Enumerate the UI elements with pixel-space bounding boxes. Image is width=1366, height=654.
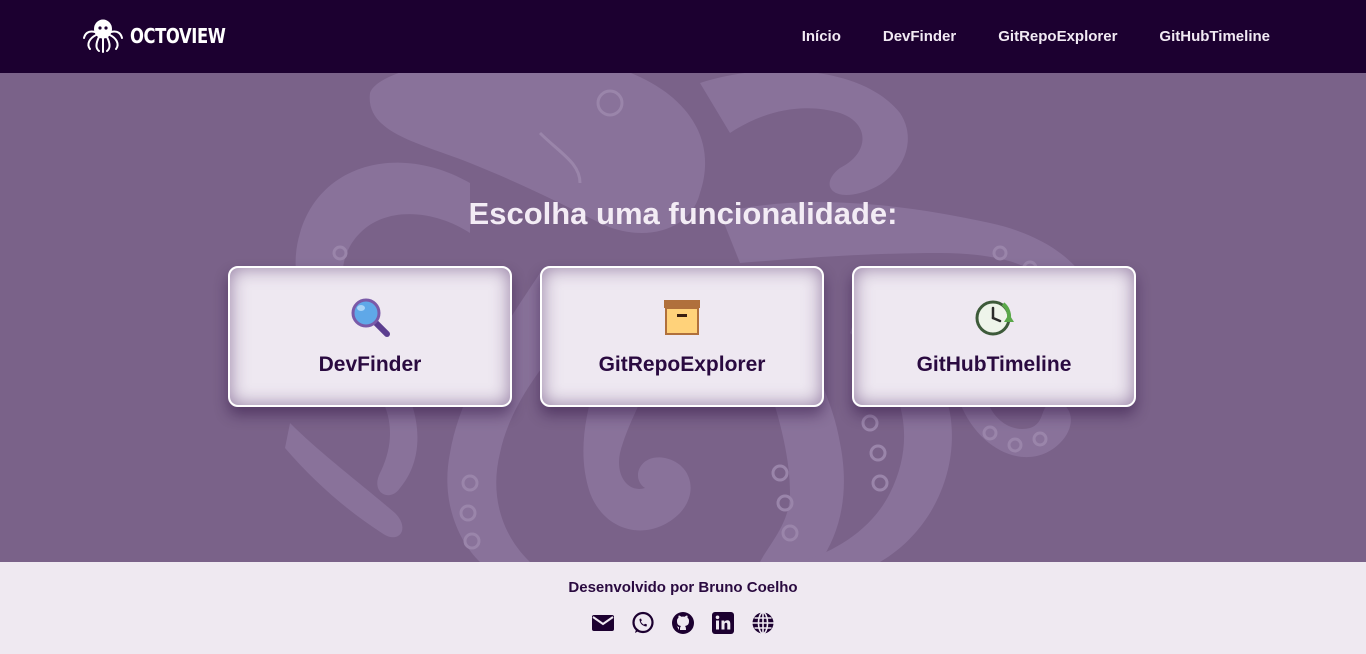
nav-link-inicio[interactable]: Início	[802, 28, 841, 45]
top-navbar: OCTOVIEW Início DevFinder GitRepoExplore…	[0, 0, 1366, 73]
github-icon[interactable]	[671, 611, 695, 635]
footer-credit: Desenvolvido por Bruno Coelho	[568, 579, 798, 596]
nav-link-gitrepoexplorer[interactable]: GitRepoExplorer	[998, 28, 1117, 45]
main-nav: Início DevFinder GitRepoExplorer GitHubT…	[802, 0, 1270, 73]
devfinder-card-label: DevFinder	[318, 353, 422, 376]
envelope-icon[interactable]	[591, 611, 615, 635]
githubtimeline-card-label: GitHubTimeline	[916, 353, 1072, 376]
clock-history-icon	[975, 300, 1014, 336]
gitrepoexplorer-card[interactable]: GitRepoExplorer	[540, 266, 824, 407]
linkedin-icon[interactable]	[711, 611, 735, 635]
devfinder-card[interactable]: DevFinder	[228, 266, 512, 407]
footer: Desenvolvido por Bruno Coelho	[0, 562, 1366, 654]
globe-icon[interactable]	[751, 611, 775, 635]
page-title: Escolha uma funcionalidade:	[468, 196, 898, 231]
archive-box-icon	[664, 300, 700, 335]
octopus-logo-icon	[83, 19, 123, 53]
githubtimeline-card[interactable]: GitHubTimeline	[852, 266, 1136, 407]
logo-text: OCTOVIEW	[130, 24, 226, 48]
gitrepoexplorer-card-label: GitRepoExplorer	[598, 353, 766, 376]
social-links	[0, 611, 1366, 635]
nav-link-devfinder[interactable]: DevFinder	[883, 28, 956, 45]
whatsapp-icon[interactable]	[631, 611, 655, 635]
magnifying-glass-icon	[351, 298, 390, 337]
hero-section: Escolha uma funcionalidade: DevFinder Gi…	[0, 73, 1366, 562]
nav-link-githubtimeline[interactable]: GitHubTimeline	[1159, 28, 1270, 45]
octoview-logo[interactable]: OCTOVIEW	[82, 18, 246, 54]
